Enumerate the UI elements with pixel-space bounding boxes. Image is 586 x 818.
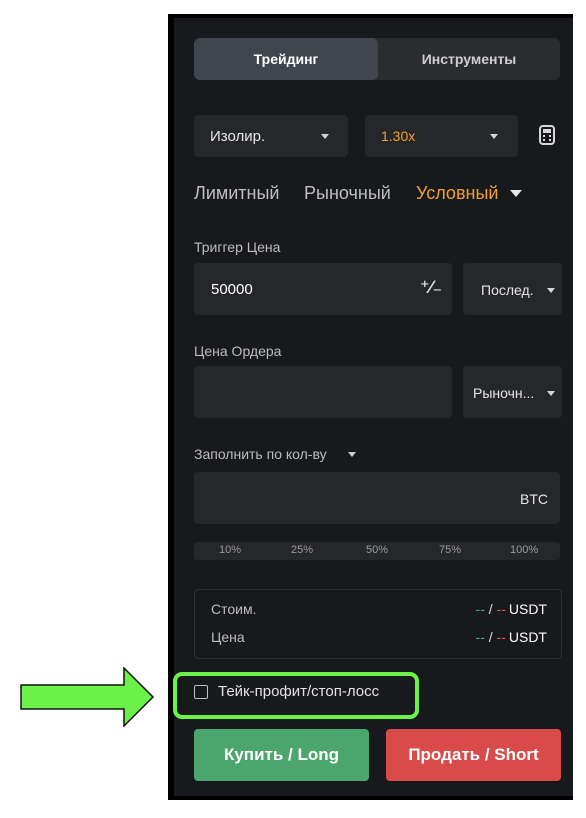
tab-bar: Трейдинг Инструменты <box>194 38 560 80</box>
cost-long: -- <box>475 601 485 617</box>
price-short: -- <box>496 629 506 645</box>
price-separator: / <box>484 629 497 645</box>
percent-option[interactable]: 75% <box>439 544 461 556</box>
price-value: -- / -- USDT <box>476 629 547 645</box>
order-type-conditional[interactable]: Условный <box>416 183 498 204</box>
plus-minus-icon[interactable]: ⁺∕₋ <box>420 277 442 298</box>
buy-long-button[interactable]: Купить / Long <box>194 729 369 781</box>
order-price-type-value: Рыночн... <box>473 385 535 401</box>
percent-option[interactable]: 50% <box>366 544 388 556</box>
order-type-market[interactable]: Рыночный <box>304 183 391 204</box>
cost-separator: / <box>484 601 497 617</box>
cost-short: -- <box>496 601 506 617</box>
price-unit: USDT <box>508 629 547 645</box>
order-type-limit[interactable]: Лимитный <box>194 183 279 204</box>
trigger-price-type-select[interactable]: Послед. <box>463 263 562 315</box>
tab-instruments[interactable]: Инструменты <box>378 38 560 80</box>
quantity-percent-slider[interactable]: 10% 25% 50% 75% 100% <box>194 542 560 560</box>
order-price-type-select[interactable]: Рыночн... <box>463 366 562 418</box>
quantity-input[interactable]: BTC <box>194 472 560 524</box>
arrow-right-icon <box>20 667 155 727</box>
cost-label: Стоим. <box>211 601 257 617</box>
quantity-label: Заполнить по кол-ву <box>194 446 327 462</box>
percent-option[interactable]: 10% <box>219 544 241 556</box>
chevron-down-icon[interactable] <box>510 190 522 197</box>
margin-mode-select[interactable]: Изолир. <box>194 115 348 157</box>
price-long: -- <box>475 629 485 645</box>
quantity-unit: BTC <box>520 491 548 507</box>
order-price-input[interactable] <box>194 366 452 418</box>
cost-value: -- / -- USDT <box>476 601 547 617</box>
chevron-down-icon <box>547 288 555 293</box>
chevron-down-icon[interactable] <box>348 452 356 457</box>
trigger-price-value: 50000 <box>211 281 253 298</box>
margin-mode-value: Изолир. <box>210 127 266 145</box>
trigger-price-type-value: Послед. <box>481 282 534 298</box>
trigger-price-input[interactable]: 50000 ⁺∕₋ <box>194 263 452 315</box>
chevron-down-icon <box>490 134 498 139</box>
sell-short-button[interactable]: Продать / Short <box>386 729 561 781</box>
tpsl-checkbox[interactable] <box>194 685 208 699</box>
chevron-down-icon <box>321 134 329 139</box>
percent-option[interactable]: 25% <box>291 544 313 556</box>
chevron-down-icon <box>547 391 555 396</box>
leverage-value: 1.30x <box>381 128 416 144</box>
cost-unit: USDT <box>508 601 547 617</box>
price-label: Цена <box>211 629 245 645</box>
tab-trading[interactable]: Трейдинг <box>194 38 378 80</box>
calculator-icon[interactable] <box>539 125 555 145</box>
order-price-label: Цена Ордера <box>194 343 282 359</box>
leverage-select[interactable]: 1.30x <box>365 115 518 157</box>
percent-option[interactable]: 100% <box>510 544 538 556</box>
order-summary: Стоим. Цена -- / -- USDT -- / -- USDT <box>194 589 562 659</box>
tpsl-label[interactable]: Тейк-профит/стоп-лосс <box>218 683 379 700</box>
trigger-price-label: Триггер Цена <box>194 239 281 255</box>
